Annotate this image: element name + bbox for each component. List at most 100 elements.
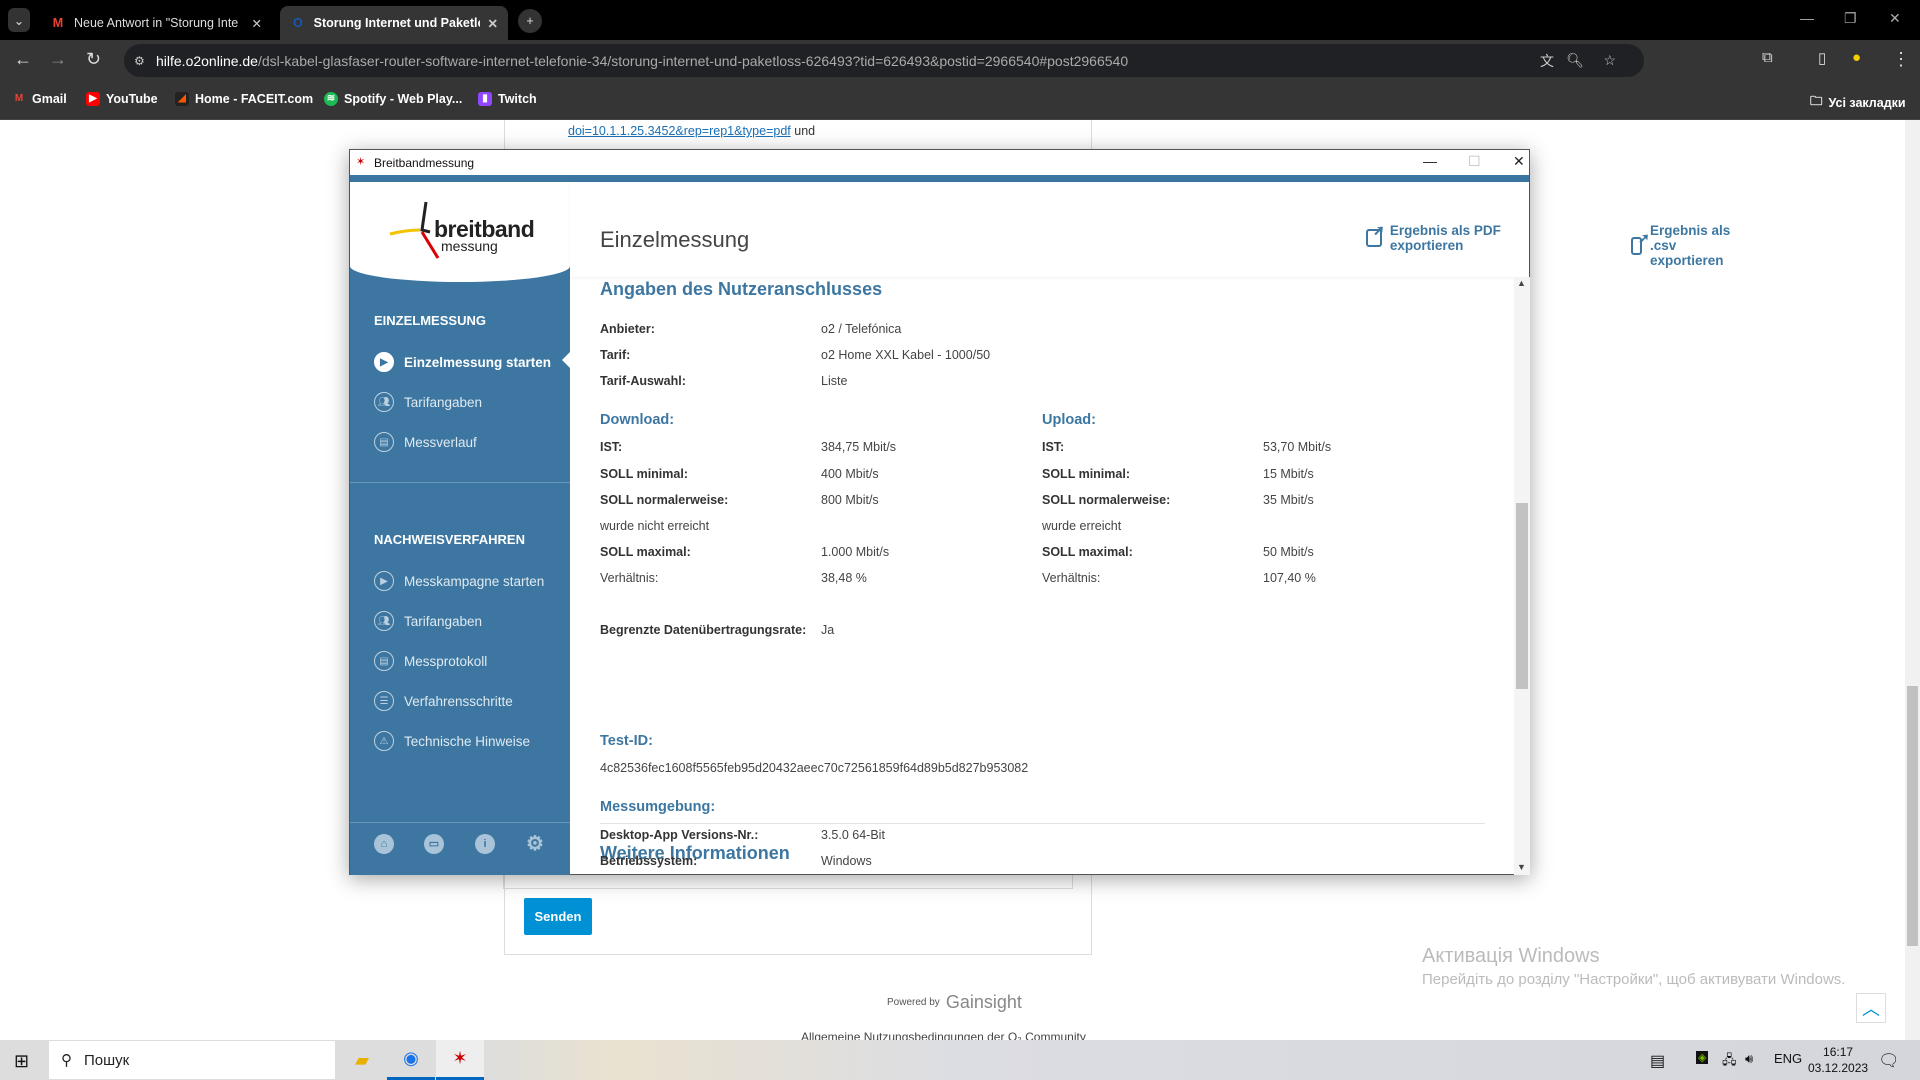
gear-icon[interactable]: ⚙ xyxy=(525,834,545,854)
bookmark-faceit[interactable]: ◢ Home - FACEIT.com xyxy=(175,92,313,106)
reload-icon[interactable]: ↻ xyxy=(86,49,101,70)
profile-avatar[interactable]: ● xyxy=(1852,49,1861,66)
sidebar-item-tarifangaben-2[interactable]: 👥︎ Tarifangaben xyxy=(374,611,482,631)
window-titlebar[interactable]: ✶ Breitbandmessung — ☐ ✕ xyxy=(350,150,1529,175)
info-icon[interactable]: i xyxy=(475,834,495,854)
back-icon[interactable]: ← xyxy=(14,49,32,70)
close-icon[interactable]: ✕ xyxy=(252,16,262,31)
search-icon: ⚲ xyxy=(61,1052,72,1069)
bookmark-twitch[interactable]: ▮ Twitch xyxy=(478,92,537,106)
url-input[interactable]: ⚙ hilfe.o2online.de/dsl-kabel-glasfaser-… xyxy=(124,44,1644,77)
youtube-icon: ▶ xyxy=(86,92,100,106)
limited-rate-value: Ja xyxy=(821,623,835,637)
windows-start-icon[interactable]: ⊞ xyxy=(14,1051,29,1072)
field-value: o2 / Telefónica xyxy=(821,322,902,336)
sidebar-item-einzelmessung-starten[interactable]: ▶ Einzelmessung starten xyxy=(374,352,551,372)
export-pdf-button[interactable]: Ergebnis als PDF exportieren xyxy=(1366,222,1529,253)
sidebar: breitband messung EINZELMESSUNG ▶ Einzelm… xyxy=(350,182,570,875)
tab-search-button[interactable]: ⌄ xyxy=(8,8,30,32)
upload-heading: Upload: xyxy=(1042,412,1096,428)
section-heading: Weitere Informationen xyxy=(600,843,790,863)
bookmark-youtube[interactable]: ▶ YouTube xyxy=(86,92,158,106)
close-icon[interactable]: ✕ xyxy=(488,16,498,31)
upload-max: 50 Mbit/s xyxy=(1263,545,1314,559)
accent-stripe xyxy=(350,175,1529,182)
new-tab-button[interactable]: + xyxy=(518,9,542,33)
logo-subtext: messung xyxy=(441,238,498,254)
scroll-up-icon[interactable]: ▲ xyxy=(1517,278,1526,288)
close-window-icon[interactable]: ✕ xyxy=(1889,10,1901,27)
export-icon xyxy=(1366,222,1385,247)
language-indicator[interactable]: ENG xyxy=(1774,1051,1802,1066)
breitbandmessung-taskbar-icon[interactable]: ✶ xyxy=(436,1040,484,1080)
page-scrollbar-thumb[interactable] xyxy=(1907,686,1918,946)
scroll-top-button[interactable]: ︿ xyxy=(1856,993,1886,1023)
field-label: Verhältnis: xyxy=(1042,571,1101,585)
users-icon: 👥︎ xyxy=(374,392,394,412)
divider xyxy=(350,822,570,823)
download-heading: Download: xyxy=(600,412,675,428)
sidebar-item-tarifangaben[interactable]: 👥︎ Tarifangaben xyxy=(374,392,482,412)
field-label: SOLL normalerweise: xyxy=(1042,493,1171,507)
gmail-icon: M xyxy=(52,16,64,30)
sidebar-item-messverlauf[interactable]: ▤ Messverlauf xyxy=(374,432,477,452)
doi-link[interactable]: doi=10.1.1.25.3452&rep=rep1&type=pdf xyxy=(568,124,791,138)
close-icon[interactable]: ✕ xyxy=(1513,153,1525,170)
sidebar-item-label: Einzelmessung starten xyxy=(404,354,552,370)
home-icon[interactable]: ⌂ xyxy=(374,834,394,854)
volume-icon[interactable]: 🔊︎ xyxy=(1745,1051,1753,1067)
field-label: Tarif: xyxy=(600,348,631,362)
sidebar-item-verfahrensschritte[interactable]: ☰ Verfahrensschritte xyxy=(374,691,513,711)
folder-icon: 🗀 xyxy=(1810,94,1823,108)
extensions-icon[interactable]: ⧉ xyxy=(1762,49,1773,66)
time: 16:17 xyxy=(1823,1045,1854,1059)
download-ist: 384,75 Mbit/s xyxy=(821,440,897,454)
sidebar-item-messprotokoll[interactable]: ▤ Messprotokoll xyxy=(374,651,487,671)
notifications-icon[interactable]: 🗨︎ xyxy=(1878,1051,1900,1071)
maximize-icon[interactable]: ☐ xyxy=(1468,153,1481,170)
activation-watermark-title: Активація Windows xyxy=(1422,945,1600,967)
network-icon[interactable]: 🖧︎ xyxy=(1722,1051,1737,1073)
site-info-icon[interactable]: ⚙ xyxy=(134,54,145,68)
restore-icon[interactable]: ❐ xyxy=(1844,10,1857,27)
chrome-icon[interactable]: ◉ xyxy=(387,1040,435,1080)
active-indicator xyxy=(562,352,570,368)
sidebar-item-label: Verfahrensschritte xyxy=(404,693,513,709)
star-icon[interactable]: ☆ xyxy=(1603,52,1616,69)
users-icon: 👥︎ xyxy=(374,611,394,631)
forward-icon[interactable]: → xyxy=(49,49,67,70)
side-panel-icon[interactable]: ▯ xyxy=(1818,49,1826,67)
export-csv-button[interactable]: Ergebnis als .csv exportieren xyxy=(1631,223,1733,268)
field-label: Verhältnis: xyxy=(600,571,659,585)
bookmarks-bar: M Gmail ▶ YouTube ◢ Home - FACEIT.com ≋ Spot… xyxy=(0,81,1920,120)
clock[interactable]: 16:17 03.12.2023 xyxy=(1808,1044,1868,1076)
all-bookmarks[interactable]: 🗀 Усі закладки xyxy=(1810,92,1906,113)
news-icon[interactable]: ▤ xyxy=(1650,1051,1665,1071)
upload-status: wurde erreicht xyxy=(1042,519,1122,533)
nvidia-icon[interactable]: ◈ xyxy=(1696,1051,1709,1064)
sidebar-item-technische-hinweise[interactable]: ⚠ Technische Hinweise xyxy=(374,731,530,751)
tab-o2[interactable]: O Storung Internet und Paketloss ✕ xyxy=(280,6,508,40)
gmail-icon: M xyxy=(14,93,24,104)
sidebar-item-label: Messverlauf xyxy=(404,434,477,450)
page-title: Einzelmessung xyxy=(600,227,750,252)
tab-gmail[interactable]: M Neue Antwort in "Storung Inte ✕ xyxy=(40,6,272,40)
minimize-icon[interactable]: — xyxy=(1423,153,1437,169)
bookmark-spotify[interactable]: ≋ Spotify - Web Play... xyxy=(324,92,462,106)
download-min: 400 Mbit/s xyxy=(821,467,879,481)
chat-icon[interactable]: ▭ xyxy=(424,834,444,854)
menu-icon[interactable]: ⋮ xyxy=(1892,49,1910,70)
bookmark-gmail[interactable]: M Gmail xyxy=(12,92,67,106)
field-value: Liste xyxy=(821,374,848,388)
sidebar-item-messkampagne-starten[interactable]: ▶ Messkampagne starten xyxy=(374,571,544,591)
content-scrollbar-thumb[interactable] xyxy=(1516,503,1528,689)
taskbar-search[interactable]: ⚲ Пошук xyxy=(49,1041,335,1079)
translate-icon[interactable]: 文 xyxy=(1540,51,1554,71)
zoom-icon[interactable]: 🔍︎ xyxy=(1566,52,1584,69)
minimize-icon[interactable]: — xyxy=(1800,10,1814,26)
field-label: SOLL minimal: xyxy=(600,467,688,481)
scroll-down-icon[interactable]: ▼ xyxy=(1517,862,1526,872)
file-explorer-icon[interactable]: ▰ xyxy=(338,1040,386,1080)
send-button[interactable]: Senden xyxy=(524,898,592,935)
divider xyxy=(600,823,1485,824)
